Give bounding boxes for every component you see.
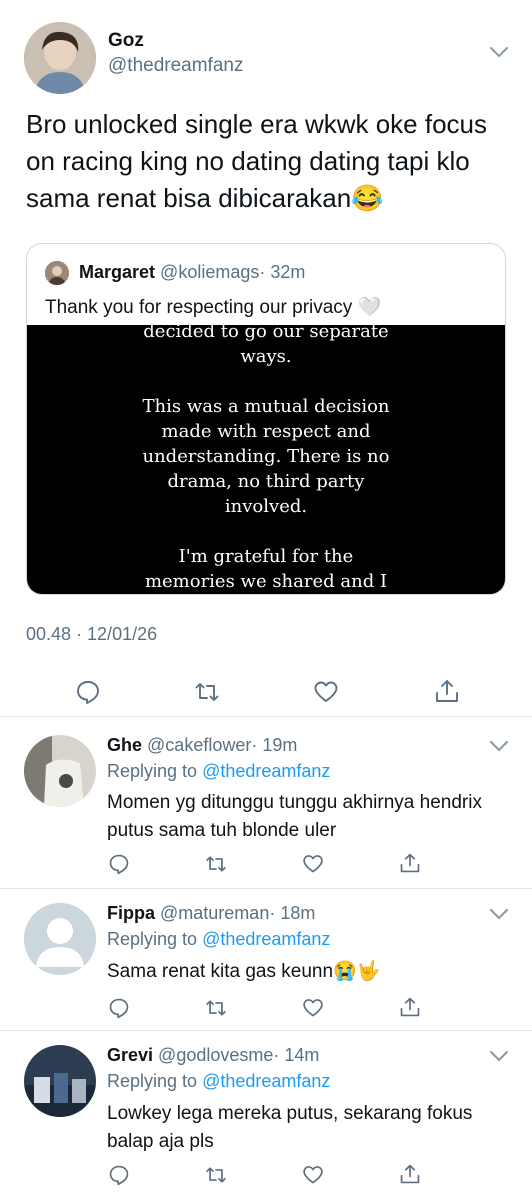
tweet-text: Bro unlocked single era wkwk oke focus o…	[26, 109, 488, 213]
replying-to-link[interactable]: @thedreamfanz	[202, 761, 330, 781]
user-handle[interactable]: @godlovesme	[158, 1045, 273, 1065]
avatar[interactable]	[24, 22, 96, 94]
reply-tweet[interactable]: Ghe @cakeflower· 19m Replying to @thedre…	[0, 717, 532, 887]
retweet-icon[interactable]	[205, 1164, 227, 1186]
share-icon[interactable]	[399, 1163, 421, 1185]
reply-icon[interactable]	[108, 997, 130, 1019]
display-name[interactable]: Grevi	[107, 1045, 153, 1065]
quote-avatar	[45, 261, 69, 285]
quoted-tweet[interactable]: Margaret @koliemags· 32m Thank you for r…	[26, 243, 506, 595]
reply-icon[interactable]	[108, 1164, 130, 1186]
tweet-time[interactable]: · 14m	[273, 1045, 319, 1065]
retweet-icon[interactable]	[205, 997, 227, 1019]
user-handle[interactable]: @thedreamfanz	[108, 55, 243, 77]
replying-to-label: Replying to	[107, 929, 198, 949]
media-caption-text: decided to go our separate ways. This wa…	[142, 321, 390, 592]
reply-icon[interactable]	[108, 853, 130, 875]
avatar[interactable]	[24, 1045, 96, 1117]
reply-tweet[interactable]: Fippa @matureman· 18m Replying to @thedr…	[0, 889, 532, 1029]
share-icon[interactable]	[399, 996, 421, 1018]
replying-to-link[interactable]: @thedreamfanz	[202, 929, 330, 949]
user-handle[interactable]: @cakeflower	[147, 735, 251, 755]
avatar[interactable]	[24, 735, 96, 807]
heart-icon[interactable]	[302, 1164, 324, 1186]
replying-to-label: Replying to	[107, 1071, 198, 1091]
reply-icon[interactable]	[75, 679, 101, 705]
display-name[interactable]: Ghe	[107, 735, 142, 755]
quote-display-name: Margaret	[79, 262, 156, 282]
reply-text: Momen yg ditunggu tunggu akhirnya hendri…	[107, 792, 482, 841]
replying-to: Replying to @thedreamfanz	[107, 761, 330, 782]
user-handle[interactable]: @matureman	[160, 903, 269, 923]
reply-text: Lowkey lega mereka putus, sekarang fokus…	[107, 1103, 473, 1152]
tweet-timestamp[interactable]: 00.48 · 12/01/26	[26, 624, 157, 645]
chevron-down-icon[interactable]	[488, 45, 510, 59]
replying-to-link[interactable]: @thedreamfanz	[202, 1071, 330, 1091]
reply-text: Sama renat kita gas keunn😭🤟	[107, 961, 381, 982]
quote-time: · 32m	[259, 262, 306, 282]
share-icon[interactable]	[434, 678, 460, 704]
display-name[interactable]: Fippa	[107, 903, 155, 923]
tweet-time[interactable]: · 18m	[269, 903, 315, 923]
avatar[interactable]	[24, 903, 96, 975]
heart-icon[interactable]	[313, 679, 339, 705]
quote-handle: @koliemags	[160, 262, 260, 282]
share-icon[interactable]	[399, 852, 421, 874]
quote-text: Thank you for respecting our privacy 🤍	[45, 297, 382, 318]
replying-to-label: Replying to	[107, 761, 198, 781]
tweet-time[interactable]: · 19m	[251, 735, 297, 755]
quote-media-image[interactable]: decided to go our separate ways. This wa…	[27, 321, 505, 594]
chevron-down-icon[interactable]	[488, 739, 510, 753]
heart-icon[interactable]	[302, 853, 324, 875]
replying-to: Replying to @thedreamfanz	[107, 1071, 330, 1092]
chevron-down-icon[interactable]	[488, 907, 510, 921]
reply-tweet[interactable]: Grevi @godlovesme· 14m Replying to @thed…	[0, 1031, 532, 1200]
chevron-down-icon[interactable]	[488, 1049, 510, 1063]
tweet-actions	[0, 672, 532, 712]
replying-to: Replying to @thedreamfanz	[107, 929, 330, 950]
display-name[interactable]: Goz	[108, 30, 144, 52]
retweet-icon[interactable]	[194, 679, 220, 705]
retweet-icon[interactable]	[205, 853, 227, 875]
heart-icon[interactable]	[302, 997, 324, 1019]
